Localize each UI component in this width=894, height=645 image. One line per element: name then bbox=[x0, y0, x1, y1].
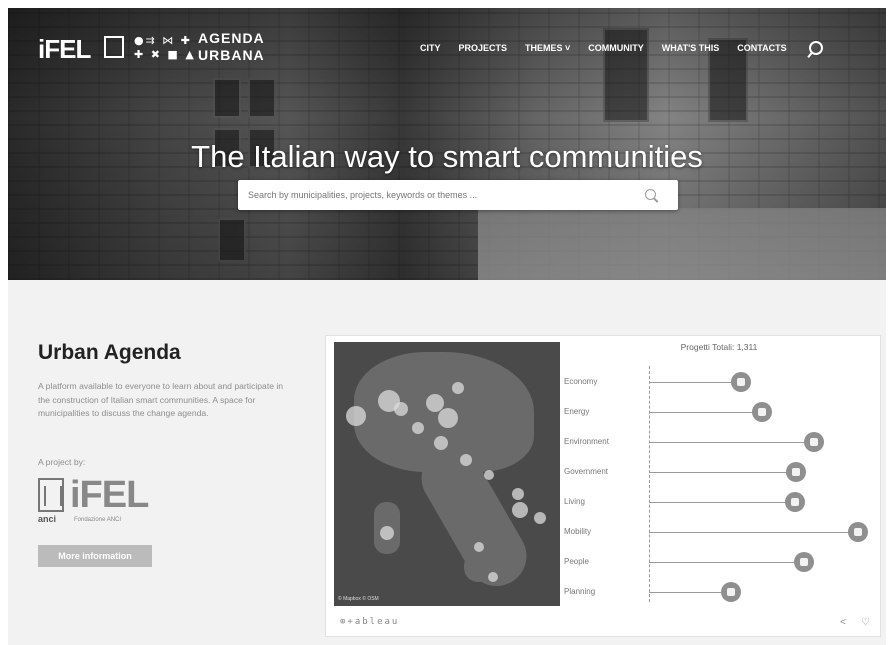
theme-icon bbox=[758, 408, 767, 416]
map-bubble[interactable] bbox=[380, 526, 394, 540]
chart-value-dot[interactable] bbox=[730, 372, 751, 392]
agenda-glyphs: ●⇉ ⋈ ✚ ✚ ✖ ■ ▲ bbox=[134, 34, 196, 62]
share-icon[interactable]: < bbox=[840, 617, 846, 628]
theme-icon bbox=[790, 498, 799, 506]
theme-icon bbox=[854, 528, 863, 536]
chart-value-dot[interactable] bbox=[752, 402, 773, 422]
map-bubble[interactable] bbox=[512, 502, 528, 518]
building-logo-icon bbox=[104, 36, 124, 58]
tableau-logo[interactable]: ⊕+ableau bbox=[340, 617, 399, 627]
chart-category-label: Planning bbox=[564, 587, 596, 596]
tableau-embed: © Mapbox © OSM Progetti Totali: 1,311 Ec… bbox=[326, 336, 880, 636]
theme-icon bbox=[726, 588, 735, 596]
hero-banner: iFEL ●⇉ ⋈ ✚ ✚ ✖ ■ ▲ AGENDA URBANA CITY P… bbox=[8, 8, 886, 280]
hero-search-box bbox=[238, 180, 678, 210]
chart-category-label: Environment bbox=[564, 437, 609, 446]
chart-category-label: Economy bbox=[564, 377, 598, 386]
chart-category-label: Mobility bbox=[564, 527, 592, 536]
theme-icon bbox=[736, 378, 745, 386]
agenda-line: AGENDA bbox=[198, 30, 265, 46]
anci-building-icon bbox=[38, 478, 64, 512]
chart-value-dot[interactable] bbox=[848, 522, 869, 542]
chart-category-label: People bbox=[564, 557, 589, 566]
chart-bar-line bbox=[649, 382, 741, 383]
chart-bar-line bbox=[649, 502, 795, 503]
ifel-logo[interactable]: iFEL bbox=[38, 34, 91, 65]
glyph-row: ✚ ✖ ■ ▲ bbox=[134, 48, 196, 61]
map-bubble[interactable] bbox=[460, 454, 472, 466]
chart-bar-line bbox=[649, 472, 796, 473]
agenda-line: URBANA bbox=[198, 47, 265, 63]
tableau-footer: ⊕+ableau < ♡ bbox=[334, 614, 880, 632]
hero-title: The Italian way to smart communities bbox=[191, 139, 703, 174]
nav-projects[interactable]: PROJECTS bbox=[459, 43, 508, 53]
map-bubble[interactable] bbox=[412, 422, 424, 434]
chart-bar-line bbox=[649, 592, 731, 593]
map-bubble[interactable] bbox=[438, 408, 458, 428]
section-title: Urban Agenda bbox=[38, 341, 181, 364]
projects-map[interactable]: © Mapbox © OSM bbox=[334, 342, 560, 606]
chart-bar-line bbox=[649, 442, 815, 443]
chart-category-label: Government bbox=[564, 467, 609, 476]
nav-contacts[interactable]: CONTACTS bbox=[737, 43, 786, 53]
chart-value-dot[interactable] bbox=[784, 492, 805, 512]
search-icon[interactable] bbox=[808, 41, 823, 55]
map-bubble[interactable] bbox=[474, 542, 484, 552]
glyph-row: ●⇉ ⋈ ✚ bbox=[134, 34, 193, 47]
chart-category-label: Energy bbox=[564, 407, 590, 416]
map-bubble[interactable] bbox=[534, 512, 546, 524]
nav-themes[interactable]: THEMES ˅ bbox=[525, 43, 570, 53]
search-icon[interactable] bbox=[645, 189, 656, 200]
map-bubble[interactable] bbox=[512, 488, 524, 500]
search-input[interactable] bbox=[238, 180, 638, 210]
theme-icon bbox=[810, 438, 819, 446]
map-bubble[interactable] bbox=[346, 406, 366, 426]
map-bubble[interactable] bbox=[434, 436, 448, 450]
nav-community[interactable]: COMMUNITY bbox=[588, 43, 644, 53]
partner-logo[interactable]: anci iFEL Fondazione ANCI bbox=[38, 474, 188, 534]
chart-category-label: Living bbox=[564, 497, 585, 506]
intro-description: A platform available to everyone to lear… bbox=[38, 381, 284, 418]
map-copyright: © Mapbox © OSM bbox=[338, 596, 379, 602]
chart-value-dot[interactable] bbox=[720, 582, 741, 602]
theme-icon bbox=[800, 558, 809, 566]
chart-value-dot[interactable] bbox=[794, 552, 815, 572]
chart-axis bbox=[649, 366, 650, 602]
chart-value-dot[interactable] bbox=[785, 462, 806, 482]
anci-logo-text: anci bbox=[38, 514, 57, 524]
agenda-urbana-logo[interactable]: AGENDA URBANA bbox=[198, 30, 265, 64]
ifel-partner-logo: iFEL bbox=[70, 474, 149, 516]
nav-city[interactable]: CITY bbox=[420, 43, 441, 53]
chart-bar-line bbox=[649, 412, 763, 413]
map-bubble[interactable] bbox=[394, 402, 408, 416]
lollipop-chart: Progetti Totali: 1,311 Economy Energy Envi… bbox=[558, 336, 880, 608]
theme-icon bbox=[791, 468, 800, 476]
chart-bar-line bbox=[649, 532, 859, 533]
chart-title: Progetti Totali: 1,311 bbox=[680, 342, 758, 352]
fondazione-label: Fondazione ANCI bbox=[74, 517, 122, 523]
chart-bar-line bbox=[649, 562, 805, 563]
comment-icon[interactable]: ♡ bbox=[861, 617, 870, 628]
chart-value-dot[interactable] bbox=[804, 432, 825, 452]
more-information-button[interactable]: More information bbox=[38, 545, 152, 567]
map-bubble[interactable] bbox=[488, 572, 498, 582]
project-by-label: A project by: bbox=[38, 457, 86, 467]
map-bubble[interactable] bbox=[484, 470, 494, 480]
nav-whats-this[interactable]: WHAT'S THIS bbox=[662, 43, 719, 53]
map-bubble[interactable] bbox=[452, 382, 464, 394]
page: iFEL ●⇉ ⋈ ✚ ✚ ✖ ■ ▲ AGENDA URBANA CITY P… bbox=[8, 8, 886, 645]
main-nav: CITY PROJECTS THEMES ˅ COMMUNITY WHAT'S … bbox=[420, 40, 823, 56]
map-land bbox=[464, 552, 508, 582]
